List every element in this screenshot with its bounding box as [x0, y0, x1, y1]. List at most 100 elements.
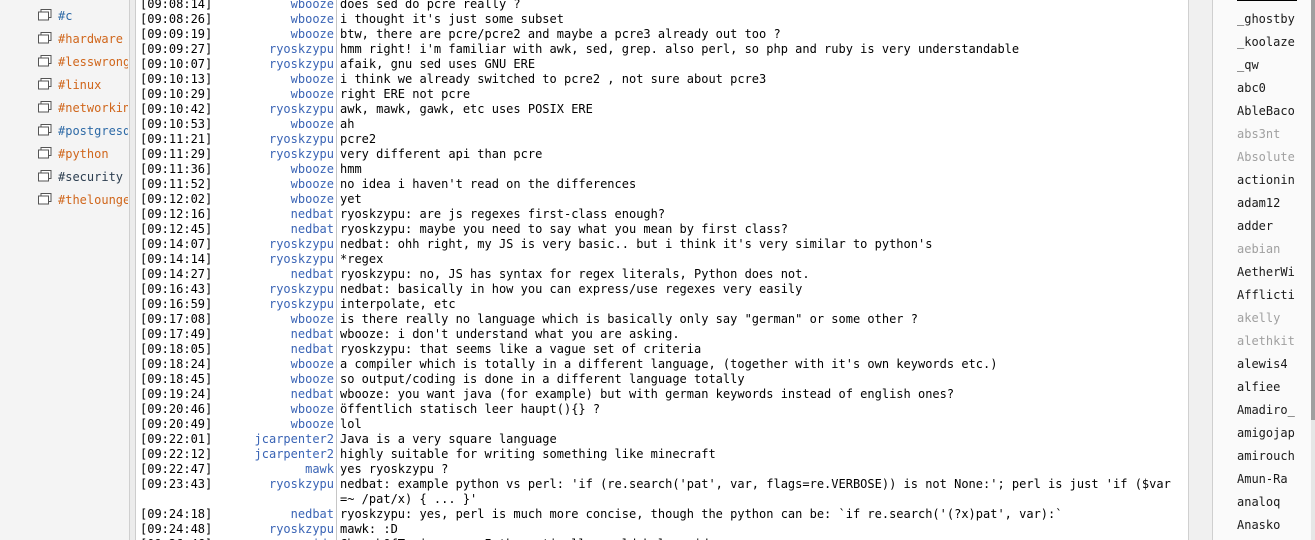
user-list-item[interactable]: amigojap [1237, 422, 1295, 445]
userlist-splitter[interactable] [1188, 0, 1213, 540]
column-separator [336, 522, 337, 537]
chat-message: [09:14:07] ryoskzypu nedbat: ohh right, my… [136, 237, 1188, 252]
message-nick[interactable]: nedbat [210, 267, 334, 282]
message-nick[interactable]: wbooze [210, 0, 334, 12]
user-list-item[interactable]: alfiee [1237, 376, 1280, 399]
message-nick[interactable]: wbooze [210, 12, 334, 27]
column-separator [336, 12, 337, 27]
message-nick[interactable]: wbooze [210, 192, 334, 207]
message-nick[interactable]: nedbat [210, 207, 334, 222]
user-list-item[interactable]: abc0 [1237, 77, 1266, 100]
channel-item[interactable]: #lesswrong [38, 52, 128, 72]
message-timestamp: [09:22:01] [140, 432, 213, 446]
message-nick[interactable]: nedbat [210, 387, 334, 402]
user-list-item[interactable]: adam12 [1237, 192, 1280, 215]
message-text: btw, there are pcre/pcre2 and maybe a pc… [340, 27, 781, 41]
message-nick[interactable]: ryoskzypu [210, 57, 334, 72]
message-nick[interactable]: wbooze [210, 27, 334, 42]
message-text: ryoskzypu: are js regexes first-class en… [340, 207, 666, 221]
user-list-item[interactable]: Amadiro_ [1237, 399, 1295, 422]
message-nick[interactable]: wbooze [210, 87, 334, 102]
channel-label: #lesswrong [58, 55, 128, 69]
chat-message: [09:20:46] wbooze öffentlich statisch leer… [136, 402, 1188, 417]
user-list-item[interactable]: Anasko [1237, 514, 1280, 537]
channel-icon [38, 124, 52, 136]
user-list-item[interactable]: aebian [1237, 238, 1280, 261]
message-nick[interactable]: ryoskzypu [210, 282, 334, 297]
message-nick[interactable]: jcarpenter2 [210, 432, 334, 447]
user-list-item[interactable]: analoq [1237, 491, 1280, 514]
column-separator [336, 102, 337, 117]
message-text: ah [340, 117, 355, 131]
message-nick[interactable]: ryoskzypu [210, 252, 334, 267]
chat-message: [09:17:08] wbooze is there really no langu… [136, 312, 1188, 327]
channel-item[interactable]: #postgresq [38, 121, 128, 141]
message-nick[interactable]: ryoskzypu [210, 522, 334, 537]
column-separator [336, 387, 337, 402]
message-nick[interactable]: wbooze [210, 312, 334, 327]
user-list-item[interactable]: amirouch [1237, 445, 1295, 468]
message-timestamp: [09:11:36] [140, 162, 213, 176]
message-nick[interactable]: jcarpenter2 [210, 447, 334, 462]
user-list-item[interactable]: _ghostby [1237, 8, 1295, 31]
user-list-item[interactable]: Amun-Ra [1237, 468, 1288, 491]
message-text: mawk: :D [340, 522, 398, 536]
scrollbar-thumb[interactable] [1311, 0, 1315, 420]
chat-message: [09:17:49] nedbat wbooze: i don't understa… [136, 327, 1188, 342]
message-nick[interactable]: wbooze [210, 162, 334, 177]
message-nick[interactable]: wbooze [210, 177, 334, 192]
column-separator [336, 372, 337, 387]
channel-item[interactable]: #hardware [38, 29, 128, 49]
message-nick[interactable]: ryoskzypu [210, 102, 334, 117]
message-nick[interactable]: wbooze [210, 372, 334, 387]
message-nick[interactable]: wbooze [210, 357, 334, 372]
channel-item[interactable]: #networkin [38, 98, 128, 118]
message-nick[interactable]: nedbat [210, 507, 334, 522]
message-text: interpolate, etc [340, 297, 456, 311]
column-separator [336, 177, 337, 192]
channel-icon [38, 9, 52, 21]
user-list-item[interactable]: _koolaze [1237, 31, 1295, 54]
channel-item[interactable]: #linux [38, 75, 128, 95]
channel-item[interactable]: #python [38, 144, 128, 164]
user-list-item[interactable]: actionin [1237, 169, 1295, 192]
message-nick[interactable]: nedbat [210, 342, 334, 357]
message-nick[interactable]: ryoskzypu [210, 42, 334, 57]
message-timestamp: [09:24:48] [140, 522, 213, 536]
user-list-item[interactable]: alethkit [1237, 330, 1295, 353]
message-timestamp: [09:23:43] [140, 477, 213, 491]
message-nick[interactable]: wbooze [210, 117, 334, 132]
message-text: Java is a very square language [340, 432, 557, 446]
user-list-item[interactable]: alewis4 [1237, 353, 1288, 376]
message-nick[interactable]: ryoskzypu [210, 297, 334, 312]
chat-message: [09:10:13] wbooze i think we already switc… [136, 72, 1188, 87]
message-nick[interactable]: ryoskzypu [210, 477, 334, 492]
message-nick[interactable]: nedbat [210, 222, 334, 237]
message-text: hmm [340, 162, 362, 176]
user-list-scrollbar[interactable] [1311, 0, 1315, 540]
message-nick[interactable]: wbooze [210, 72, 334, 87]
channel-item[interactable]: #security [38, 167, 128, 187]
message-nick[interactable]: wbooze [210, 417, 334, 432]
message-nick[interactable]: wbooze [210, 402, 334, 417]
message-nick[interactable]: ryoskzypu [210, 237, 334, 252]
message-timestamp: [09:11:52] [140, 177, 213, 191]
user-list-item[interactable]: AbleBaco [1237, 100, 1295, 123]
user-list-item[interactable]: adder [1237, 215, 1273, 238]
message-nick[interactable]: nedbat [210, 327, 334, 342]
message-nick[interactable]: mawk [210, 462, 334, 477]
user-list-item[interactable]: Afflicti [1237, 284, 1295, 307]
user-list-item[interactable]: Absolute [1237, 146, 1295, 169]
column-separator [336, 57, 337, 72]
message-nick[interactable]: ryoskzypu [210, 147, 334, 162]
user-list-item[interactable]: akelly [1237, 307, 1280, 330]
message-nick[interactable]: ryoskzypu [210, 132, 334, 147]
channel-item[interactable]: #thelounge [38, 190, 128, 210]
user-list-item[interactable]: _qw [1237, 54, 1259, 77]
message-timestamp: [09:12:16] [140, 207, 213, 221]
channel-item[interactable]: #c [38, 6, 128, 26]
user-list-item[interactable]: abs3nt [1237, 123, 1280, 146]
chat-message: [09:22:01] jcarpenter2 Java is a very squa… [136, 432, 1188, 447]
user-list-item[interactable]: AetherWi [1237, 261, 1295, 284]
column-separator [336, 477, 337, 507]
